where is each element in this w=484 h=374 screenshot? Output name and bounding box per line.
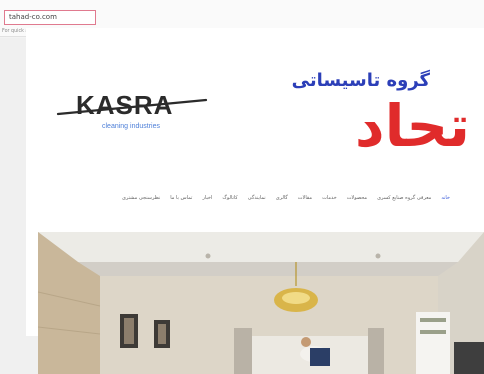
kasra-subtitle: cleaning industries (102, 123, 160, 130)
wall-frame-art (158, 324, 166, 344)
wall-frame-art (124, 318, 134, 344)
nav-item-survey[interactable]: نظرسنجی مشتری (122, 195, 160, 201)
curtain (368, 328, 384, 374)
nav-item-news[interactable]: اخبار (202, 195, 212, 201)
tv-screen (454, 342, 484, 374)
nav-item-products[interactable]: محصولات (347, 195, 367, 201)
kasra-wordmark: KASRA (76, 90, 173, 120)
nav-item-services[interactable]: خدمات (322, 195, 337, 201)
ceiling-soffit (78, 262, 458, 276)
nav-item-catalog[interactable]: کاتالوگ (222, 195, 237, 201)
nav-item-about[interactable]: معرفی گروه صنایع کسری (377, 195, 431, 201)
tahad-logo[interactable]: گروه تاسیساتی تحاد (264, 52, 474, 152)
nav-item-contact[interactable]: تماس با ما (170, 195, 192, 201)
nav-item-home[interactable]: خانه (441, 195, 450, 201)
chandelier-glow (282, 292, 310, 304)
cleaner-head (301, 337, 311, 347)
kasra-logo[interactable]: KASRA cleaning industries (52, 68, 212, 138)
ceiling (38, 232, 484, 262)
nav-item-articles[interactable]: مقالات (298, 195, 312, 201)
tahad-subtitle: گروه تاسیساتی (292, 69, 431, 91)
ceiling-spotlight (375, 253, 381, 259)
shelf-decor (420, 330, 446, 334)
cleaner-body (310, 348, 330, 366)
nav-item-gallery[interactable]: گالری (276, 195, 288, 201)
hero-slider-image[interactable] (38, 232, 484, 374)
main-navigation: خانه معرفی گروه صنایع کسری محصولات خدمات… (38, 191, 450, 205)
shelf-decor (420, 318, 446, 322)
tahad-wordmark: تحاد (355, 92, 470, 152)
nav-item-agency[interactable]: نمایندگی (248, 195, 266, 201)
curtain (234, 328, 252, 374)
address-bar[interactable]: tahad-co.com (4, 10, 96, 25)
ceiling-spotlight (205, 253, 211, 259)
